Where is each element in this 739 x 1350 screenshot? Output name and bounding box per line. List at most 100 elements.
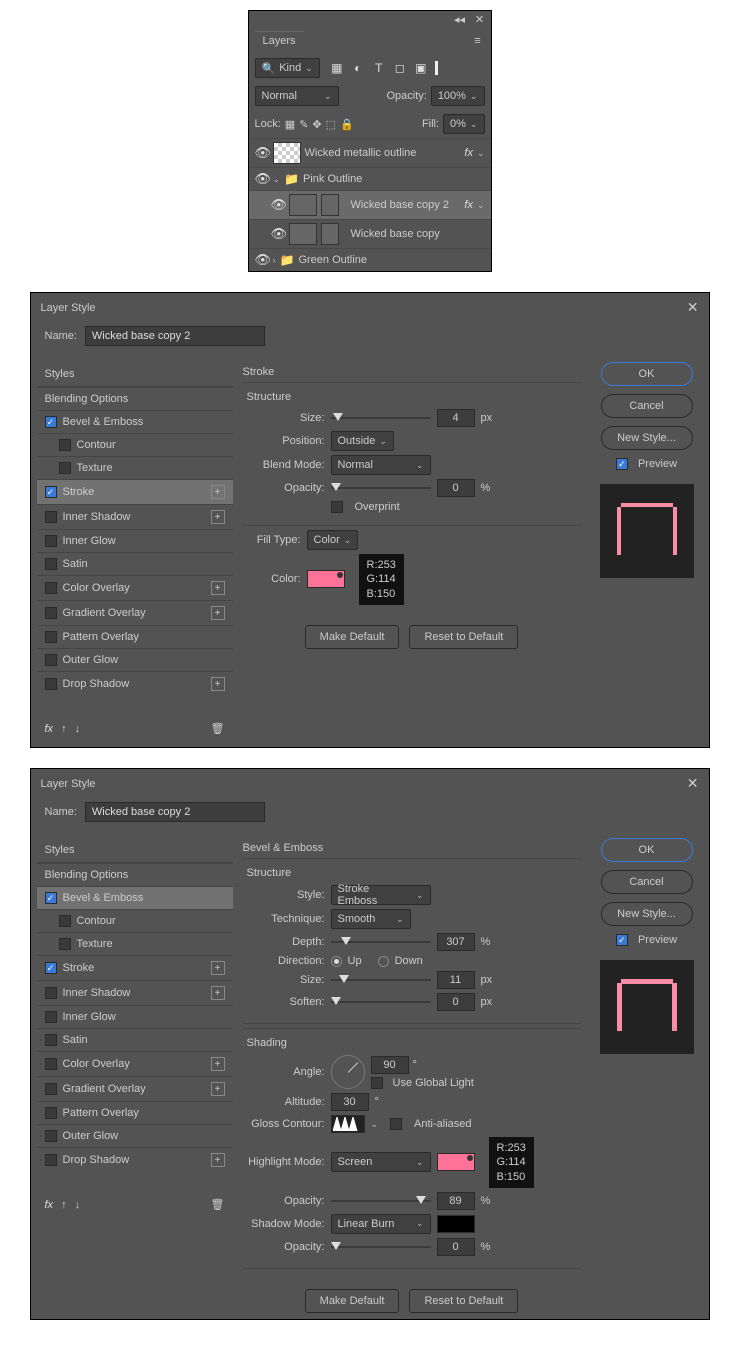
layers-tab[interactable]: Layers — [255, 31, 304, 50]
close-icon[interactable]: ✕ — [687, 299, 699, 316]
kind-dropdown[interactable]: 🔍 Kind ⌄ — [255, 58, 320, 78]
blend-mode-dropdown[interactable]: Normal⌄ — [331, 455, 431, 475]
add-effect-icon[interactable]: + — [211, 485, 225, 499]
position-dropdown[interactable]: Outside⌄ — [331, 431, 394, 451]
style-list-item[interactable]: Color Overlay+ — [37, 575, 233, 600]
style-list-item[interactable]: Inner Glow — [37, 1005, 233, 1028]
visibility-icon[interactable]: 👁 — [271, 226, 285, 242]
chevron-down-icon[interactable]: ⌄ — [477, 148, 485, 159]
ok-button[interactable]: OK — [601, 838, 693, 862]
layer-row[interactable]: 👁Wicked metallic outlinefx⌄ — [249, 138, 491, 167]
lock-pixels-icon[interactable]: ✎ — [299, 118, 308, 131]
style-checkbox[interactable]: ✓ — [45, 416, 57, 428]
global-light-checkbox[interactable] — [371, 1077, 383, 1089]
fill-dropdown[interactable]: 0% ⌄ — [443, 114, 484, 134]
color-swatch[interactable] — [307, 570, 345, 588]
style-list-item[interactable]: Color Overlay+ — [37, 1051, 233, 1076]
filter-toggle-icon[interactable] — [435, 61, 440, 75]
style-checkbox[interactable] — [59, 938, 71, 950]
down-icon[interactable]: ↓ — [75, 1199, 81, 1211]
style-list-item[interactable]: Outer Glow — [37, 1124, 233, 1147]
menu-icon[interactable]: ≡ — [471, 35, 485, 47]
size-slider[interactable] — [331, 411, 431, 425]
style-checkbox[interactable]: ✓ — [45, 962, 57, 974]
style-list-item[interactable]: Outer Glow — [37, 648, 233, 671]
add-effect-icon[interactable]: + — [211, 986, 225, 1000]
style-checkbox[interactable] — [59, 439, 71, 451]
size-input[interactable]: 4 — [437, 409, 475, 427]
style-list-item[interactable]: Blending Options — [37, 387, 233, 410]
filter-type-icon[interactable]: T — [372, 61, 386, 75]
style-checkbox[interactable] — [45, 678, 57, 690]
up-icon[interactable]: ↑ — [61, 723, 67, 735]
style-list-item[interactable]: Gradient Overlay+ — [37, 1076, 233, 1101]
style-dropdown[interactable]: Stroke Emboss⌄ — [331, 885, 431, 905]
anti-aliased-checkbox[interactable] — [390, 1118, 402, 1130]
style-list-item[interactable]: Texture — [37, 456, 233, 479]
style-list-item[interactable]: Pattern Overlay — [37, 1101, 233, 1124]
visibility-icon[interactable]: 👁 — [255, 252, 269, 268]
style-list-item[interactable]: ✓Bevel & Emboss — [37, 410, 233, 433]
angle-dial[interactable] — [331, 1055, 365, 1089]
lock-artboard-icon[interactable]: ⬚ — [326, 118, 336, 131]
layer-row[interactable]: 👁Wicked base copy — [249, 219, 491, 248]
fx-icon[interactable]: fx — [45, 1199, 54, 1211]
shadow-opacity-input[interactable]: 0 — [437, 1238, 475, 1256]
expand-icon[interactable]: ⌄ — [273, 174, 281, 185]
depth-slider[interactable] — [331, 935, 431, 949]
make-default-button[interactable]: Make Default — [305, 625, 400, 649]
angle-input[interactable]: 90 — [371, 1056, 409, 1074]
style-list-item[interactable]: Contour — [37, 909, 233, 932]
altitude-input[interactable]: 30 — [331, 1093, 369, 1111]
style-list-item[interactable]: ✓Bevel & Emboss — [37, 886, 233, 909]
style-checkbox[interactable] — [45, 1130, 57, 1142]
style-checkbox[interactable] — [45, 1107, 57, 1119]
blend-mode-dropdown[interactable]: Normal ⌄ — [255, 86, 339, 106]
style-checkbox[interactable] — [45, 1034, 57, 1046]
style-list-item[interactable]: Contour — [37, 433, 233, 456]
add-effect-icon[interactable]: + — [211, 961, 225, 975]
add-effect-icon[interactable]: + — [211, 606, 225, 620]
style-list-item[interactable]: Drop Shadow+ — [37, 671, 233, 696]
opacity-input[interactable]: 0 — [437, 479, 475, 497]
layer-row[interactable]: 👁Wicked base copy 2fx⌄ — [249, 190, 491, 219]
new-style-button[interactable]: New Style... — [601, 426, 693, 450]
down-icon[interactable]: ↓ — [75, 723, 81, 735]
direction-up-radio[interactable] — [331, 956, 342, 967]
style-checkbox[interactable] — [45, 535, 57, 547]
style-list-item[interactable]: Inner Shadow+ — [37, 980, 233, 1005]
shadow-color-swatch[interactable] — [437, 1215, 475, 1233]
style-checkbox[interactable] — [45, 1154, 57, 1166]
highlight-opacity-slider[interactable] — [331, 1194, 431, 1208]
style-checkbox[interactable] — [45, 607, 57, 619]
overprint-checkbox[interactable] — [331, 501, 343, 513]
filter-shape-icon[interactable]: ◻ — [393, 61, 407, 75]
add-effect-icon[interactable]: + — [211, 581, 225, 595]
style-list-item[interactable]: Satin — [37, 552, 233, 575]
gloss-contour-picker[interactable] — [331, 1115, 365, 1133]
close-icon[interactable]: ✕ — [473, 13, 487, 25]
direction-down-radio[interactable] — [378, 956, 389, 967]
style-checkbox[interactable] — [45, 987, 57, 999]
shadow-opacity-slider[interactable] — [331, 1240, 431, 1254]
fx-badge[interactable]: fx — [464, 147, 473, 159]
collapse-icon[interactable]: ◂◂ — [453, 13, 467, 25]
style-list-item[interactable]: Inner Shadow+ — [37, 504, 233, 529]
highlight-color-swatch[interactable] — [437, 1153, 475, 1171]
filter-adjustment-icon[interactable]: ◐ — [351, 61, 365, 75]
make-default-button[interactable]: Make Default — [305, 1289, 400, 1313]
style-checkbox[interactable] — [45, 558, 57, 570]
depth-input[interactable]: 307 — [437, 933, 475, 951]
style-checkbox[interactable] — [45, 1011, 57, 1023]
soften-slider[interactable] — [331, 995, 431, 1009]
style-list-item[interactable]: Blending Options — [37, 863, 233, 886]
filter-pixel-icon[interactable]: ▦ — [330, 61, 344, 75]
add-effect-icon[interactable]: + — [211, 1082, 225, 1096]
visibility-icon[interactable]: 👁 — [255, 171, 269, 187]
style-checkbox[interactable] — [59, 915, 71, 927]
add-effect-icon[interactable]: + — [211, 677, 225, 691]
name-input[interactable] — [85, 326, 265, 346]
lock-transparent-icon[interactable]: ▦ — [285, 118, 295, 131]
style-checkbox[interactable] — [45, 654, 57, 666]
expand-icon[interactable]: › — [273, 255, 276, 265]
